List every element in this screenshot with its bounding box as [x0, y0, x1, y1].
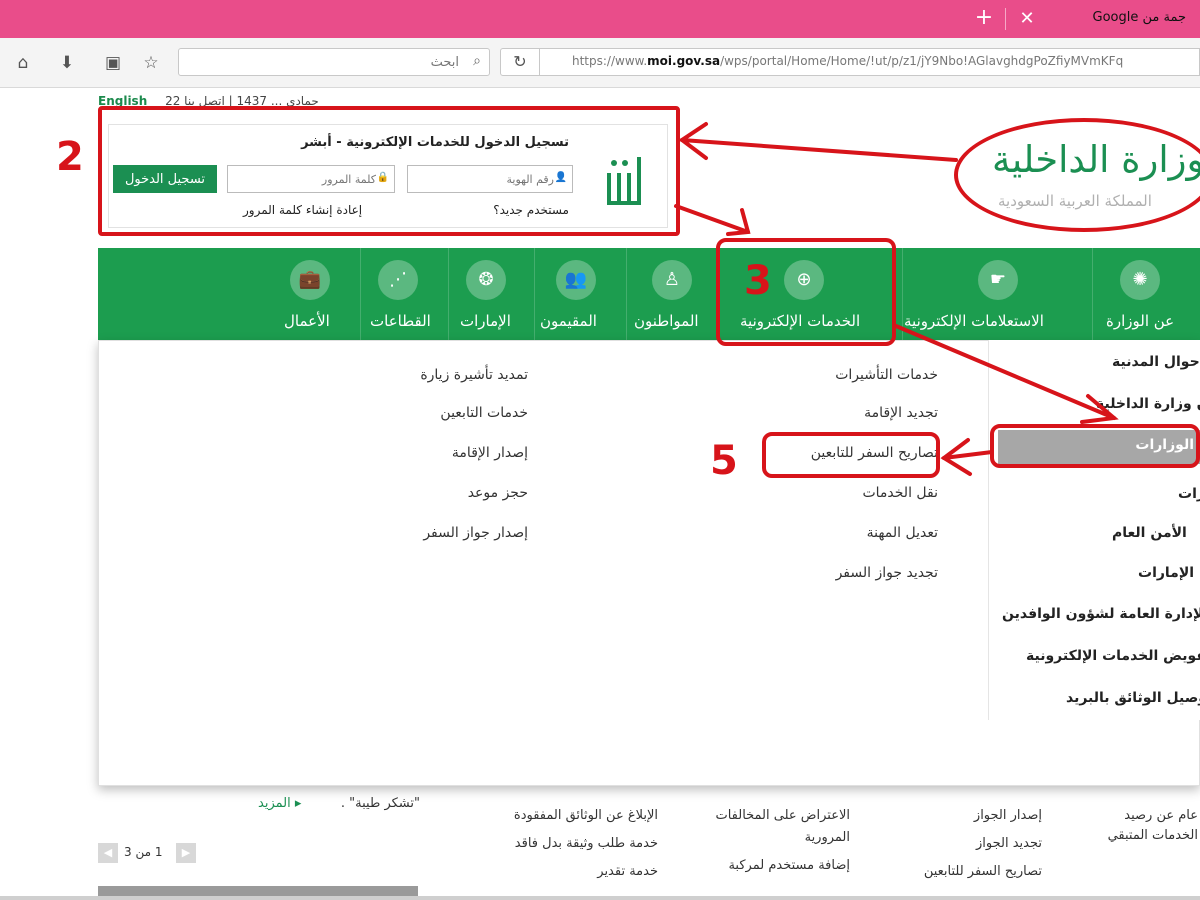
pager-text: 1 من 3: [124, 845, 163, 859]
list-item[interactable]: إصدار الجواز: [974, 808, 1042, 823]
url-path: /wps/portal/Home/Home/!ut/p/z1/jY9Nbo!AG…: [720, 54, 1124, 68]
search-icon[interactable]: ⌕: [473, 53, 481, 69]
menu-extend-visit-visa[interactable]: تمديد تأشيرة زيارة: [420, 367, 528, 383]
menu-dependents-services[interactable]: خدمات التابعين: [440, 405, 528, 421]
tab-title[interactable]: جمة من Google: [1093, 10, 1187, 25]
news-caption: "تشكر طيبة" .: [340, 796, 420, 811]
tab-divider: [1005, 8, 1006, 30]
menu-renew-passport[interactable]: تجديد جواز السفر: [836, 565, 938, 581]
menu-renew-iqama[interactable]: تجديد الإقامة: [864, 405, 938, 421]
annotation-box-ministries: [990, 424, 1200, 468]
arrow-login-to-eservices: [674, 204, 750, 234]
browser-search-box[interactable]: ⌕: [178, 48, 490, 76]
side-expatriates-affairs[interactable]: الإدارة العامة لشؤون الوافدين: [1002, 606, 1200, 622]
nav-label: الإمارات: [460, 312, 511, 330]
briefcase-icon: 💼: [290, 260, 330, 300]
annotation-box-travel-permits: [762, 432, 940, 478]
nav-label: المواطنون: [634, 312, 699, 330]
browser-tab-bar: جمة من Google ✕ +: [0, 0, 1200, 38]
annotation-ellipse-logo: [954, 118, 1200, 232]
menu-issue-iqama[interactable]: إصدار الإقامة: [452, 445, 528, 461]
side-passports[interactable]: الجوازات: [1178, 486, 1200, 502]
annotation-number-3: 3: [744, 258, 772, 304]
side-eservices-delegation[interactable]: تفويض الخدمات الإلكترونية: [1026, 648, 1200, 664]
menu-change-profession[interactable]: تعديل المهنة: [867, 525, 938, 541]
list-item[interactable]: إضافة مستخدم لمركبة: [728, 858, 850, 873]
nav-divider: [448, 248, 449, 340]
horizontal-scrollbar[interactable]: [98, 886, 418, 896]
nav-label: القطاعات: [370, 312, 431, 330]
list-item[interactable]: الإبلاغ عن الوثائق المفقودة: [514, 808, 658, 823]
url-domain: moi.gov.sa: [647, 54, 721, 68]
side-civil-affairs[interactable]: الأحوال المدنية: [1112, 354, 1200, 370]
arrow-head: [726, 208, 751, 236]
bookmark-star-icon[interactable]: ☆: [138, 50, 164, 76]
pager-next-button[interactable]: ▶: [176, 843, 196, 863]
list-item[interactable]: تصاريح السفر للتابعين: [924, 864, 1042, 879]
nav-electronic-inquiries[interactable]: ☛ الاستعلامات الإلكترونية: [904, 248, 1090, 340]
main-navigation: ✺ عن الوزارة ☛ الاستعلامات الإلكترونية ⊕…: [98, 248, 1200, 340]
nav-divider: [626, 248, 627, 340]
network-icon: ⋰: [378, 260, 418, 300]
citizen-icon: ♙: [652, 260, 692, 300]
menu-issue-passport[interactable]: إصدار جواز السفر: [423, 525, 528, 541]
regions-icon: ❂: [466, 260, 506, 300]
nav-residents[interactable]: 👥 المقيمون: [536, 248, 624, 340]
list-item[interactable]: تجديد الجواز: [976, 836, 1042, 851]
url-prefix: https://www.: [572, 54, 648, 68]
side-regions[interactable]: الإمارات: [1138, 565, 1194, 581]
nav-label: عن الوزارة: [1106, 312, 1175, 330]
reload-icon[interactable]: ↻: [500, 48, 540, 76]
download-icon[interactable]: ⬇: [54, 50, 80, 76]
nav-label: المقيمون: [540, 312, 597, 330]
arrow-logo-to-login: [680, 138, 958, 162]
library-icon[interactable]: ▣: [100, 50, 126, 76]
emblem-icon: ✺: [1120, 260, 1160, 300]
arrow-head: [678, 122, 708, 160]
menu-book-appointment[interactable]: حجز موعد: [468, 485, 528, 501]
list-item[interactable]: عام عن رصيد: [1124, 808, 1198, 823]
nav-label: الاستعلامات الإلكترونية: [904, 312, 1044, 330]
list-item[interactable]: خدمة تقدير: [597, 864, 658, 879]
page-bottom-border: [0, 896, 1200, 900]
people-icon: 👥: [556, 260, 596, 300]
new-tab-icon[interactable]: +: [970, 4, 998, 32]
annotation-number-2: 2: [56, 134, 84, 180]
nav-about-ministry[interactable]: ✺ عن الوزارة: [1094, 248, 1200, 340]
address-bar[interactable]: https://www.moi.gov.sa/wps/portal/Home/H…: [540, 48, 1200, 76]
annotation-box-login: [98, 106, 680, 236]
side-moi-office[interactable]: ديوان وزارة الداخلية: [1096, 396, 1200, 412]
menu-visa-services[interactable]: خدمات التأشيرات: [835, 367, 938, 383]
nav-regions[interactable]: ❂ الإمارات: [450, 248, 532, 340]
annotation-number-5: 5: [710, 438, 738, 484]
url-text[interactable]: https://www.moi.gov.sa/wps/portal/Home/H…: [572, 54, 1123, 68]
browser-search-input[interactable]: [199, 49, 459, 75]
side-document-delivery[interactable]: توصيل الوثائق بالبريد: [1066, 690, 1200, 706]
nav-divider: [534, 248, 535, 340]
nav-label: الأعمال: [284, 312, 330, 330]
list-item[interactable]: الاعتراض على المخالفات: [715, 808, 850, 823]
list-item[interactable]: المرورية: [805, 830, 850, 845]
more-link[interactable]: ▸ المزيد: [258, 796, 301, 811]
list-item[interactable]: الخدمات المتبقي: [1108, 828, 1198, 843]
nav-citizens[interactable]: ♙ المواطنون: [628, 248, 716, 340]
more-link-label: المزيد: [258, 796, 291, 811]
annotation-box-eservices: [716, 238, 896, 346]
home-icon[interactable]: ⌂: [10, 50, 36, 76]
nav-sectors[interactable]: ⋰ القطاعات: [362, 248, 446, 340]
hand-icon: ☛: [978, 260, 1018, 300]
list-item[interactable]: خدمة طلب وثيقة بدل فاقد: [515, 836, 658, 851]
close-tab-icon[interactable]: ✕: [1014, 6, 1040, 32]
nav-divider: [360, 248, 361, 340]
nav-divider: [1092, 248, 1093, 340]
menu-transfer-services[interactable]: نقل الخدمات: [862, 485, 938, 501]
side-public-security[interactable]: الأمن العام: [1112, 525, 1187, 541]
pager-prev-button[interactable]: ◀: [98, 843, 118, 863]
nav-divider: [902, 248, 903, 340]
nav-business[interactable]: 💼 الأعمال: [278, 248, 358, 340]
